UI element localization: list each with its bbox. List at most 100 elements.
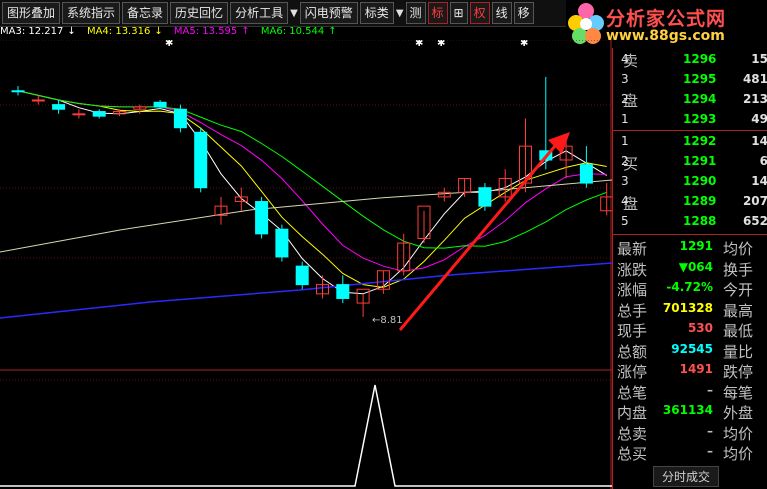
history-recall-button[interactable]: 历史回忆 (170, 2, 229, 24)
sell-row[interactable]: 2 1294 213 (613, 90, 767, 108)
buy-row[interactable]: 4 1289 207 (613, 192, 767, 210)
star-marker: ✱ (415, 40, 423, 49)
divider (613, 234, 767, 235)
ma-legend: MA3: 12.217 ↓ MA4: 13.316 ↓ MA5: 13.595 ↑ M… (0, 26, 345, 40)
analysis-tools-button[interactable]: 分析工具 (230, 2, 289, 24)
logo-title: 分析家公式网 (606, 8, 727, 30)
level-index: 1 (621, 112, 629, 126)
indicator-panel (0, 384, 612, 487)
star-marker: ✱ (165, 40, 173, 49)
chevron-down-icon[interactable]: ▼ (396, 8, 404, 19)
toolbar: 图形叠加 系统指示 备忘录 历史回忆 分析工具 ▼ 闪电预警 标类 ▼ 测 标 … (0, 0, 612, 27)
rights-button[interactable]: 权 (469, 2, 490, 24)
measure-button[interactable]: 测 (405, 2, 426, 24)
stat-value: – (707, 423, 713, 438)
stat-row: 最新 1291 均价 (613, 236, 767, 258)
chevron-down-icon[interactable]: ▼ (290, 8, 298, 19)
level-volume: 14 (751, 174, 767, 188)
ma-line (17, 90, 607, 295)
level-index: 4 (621, 52, 629, 66)
trend-arrow (398, 132, 570, 331)
stat-value: – (707, 444, 713, 458)
stat-value: 92545 (671, 341, 713, 356)
star-marker: ✱ (437, 40, 445, 49)
level-volume: 49 (751, 112, 767, 126)
level-price: 1291 (683, 154, 717, 168)
level-volume: 481 (742, 72, 767, 86)
candle-body (194, 131, 208, 189)
quote-panel: 卖 盘 4 1296 15 3 1295 481 2 1294 213 1 1293 49 买 盘 1… (612, 48, 767, 489)
level-price: 1290 (683, 174, 717, 188)
stat-row: 总卖 – 均价 (613, 421, 767, 443)
stat-value: -4.72% (666, 280, 713, 294)
level-index: 2 (621, 154, 629, 168)
stat-value: 1291 (679, 239, 713, 253)
stat-row: 涨幅 -4.72% 今开 (613, 277, 767, 299)
stat-row: 总额 92545 量比 (613, 339, 767, 361)
stat-row: 总笔 – 每笔 (613, 380, 767, 402)
level-price: 1296 (683, 52, 717, 66)
candle-body (153, 101, 167, 108)
candle-body (275, 228, 289, 258)
stat-right-label: 均价 (723, 445, 754, 463)
level-volume: 207 (742, 194, 767, 208)
level-index: 5 (621, 214, 629, 228)
label-type-button[interactable]: 标类 (359, 2, 394, 24)
level-index: 3 (621, 72, 629, 86)
divider (613, 130, 767, 131)
candle-body (295, 265, 309, 286)
flash-alert-button[interactable]: 闪电预警 (299, 2, 358, 24)
stat-row: 总买 – 均价 (613, 441, 767, 463)
stat-label: 总买 (617, 445, 648, 463)
ma-line (17, 90, 607, 249)
level-price: 1292 (683, 134, 717, 148)
candle-body (31, 99, 45, 102)
candle-body (173, 108, 187, 129)
candle-body (11, 90, 25, 93)
ma5-label: MA5: 13.595 ↑ (173, 26, 250, 37)
tick-trades-button[interactable]: 分时成交 (653, 466, 720, 487)
level-index: 3 (621, 174, 629, 188)
candle-body (92, 111, 106, 117)
stat-row: 内盘 361134 外盘 (613, 400, 767, 422)
system-indicator-button[interactable]: 系统指示 (62, 2, 121, 24)
stat-value: 530 (687, 321, 713, 335)
overlay-chart-button[interactable]: 图形叠加 (2, 2, 61, 24)
candle-body (72, 113, 86, 116)
grid-button[interactable]: ⊞ (449, 2, 468, 24)
level-volume: 6 (759, 154, 767, 168)
buy-row[interactable]: 3 1290 14 (613, 172, 767, 190)
logo-url: www.88gs.com (606, 28, 725, 44)
stat-value: 361134 (662, 403, 713, 417)
level-volume: 15 (751, 52, 767, 66)
candle-body (52, 104, 66, 110)
sell-row[interactable]: 4 1296 15 (613, 50, 767, 68)
stat-value: 1491 (679, 362, 713, 376)
stat-value: ▼064 (678, 259, 713, 274)
mark-button[interactable]: 标 (427, 2, 448, 24)
level-volume: 14 (751, 134, 767, 148)
buy-row[interactable]: 5 1288 652 (613, 212, 767, 230)
ma3-label: MA3: 12.217 ↓ (0, 26, 76, 37)
buy-row[interactable]: 2 1291 6 (613, 152, 767, 170)
line-button[interactable]: 线 (491, 2, 512, 24)
memo-button[interactable]: 备忘录 (122, 2, 169, 24)
stat-row: 现手 530 最低 (613, 318, 767, 340)
price-chart[interactable]: ✱ ✱ ✱ ✱ ←8.81 (0, 40, 612, 489)
stat-row: 总手 701328 最高 (613, 298, 767, 320)
level-price: 1288 (683, 214, 717, 228)
candlesticks (11, 76, 612, 317)
candle-body (255, 201, 269, 235)
move-button[interactable]: 移 (513, 2, 534, 24)
low-price-annotation: ←8.81 (372, 315, 403, 326)
indicator-line (0, 384, 612, 487)
level-volume: 652 (742, 214, 767, 228)
ma4-label: MA4: 13.316 ↓ (86, 26, 163, 37)
buy-row[interactable]: 1 1292 14 (613, 132, 767, 150)
level-volume: 213 (742, 92, 767, 106)
level-price: 1293 (683, 112, 717, 126)
candle-body (336, 284, 350, 299)
sell-row[interactable]: 1 1293 49 (613, 110, 767, 128)
sell-row[interactable]: 3 1295 481 (613, 70, 767, 88)
level-price: 1289 (683, 194, 717, 208)
